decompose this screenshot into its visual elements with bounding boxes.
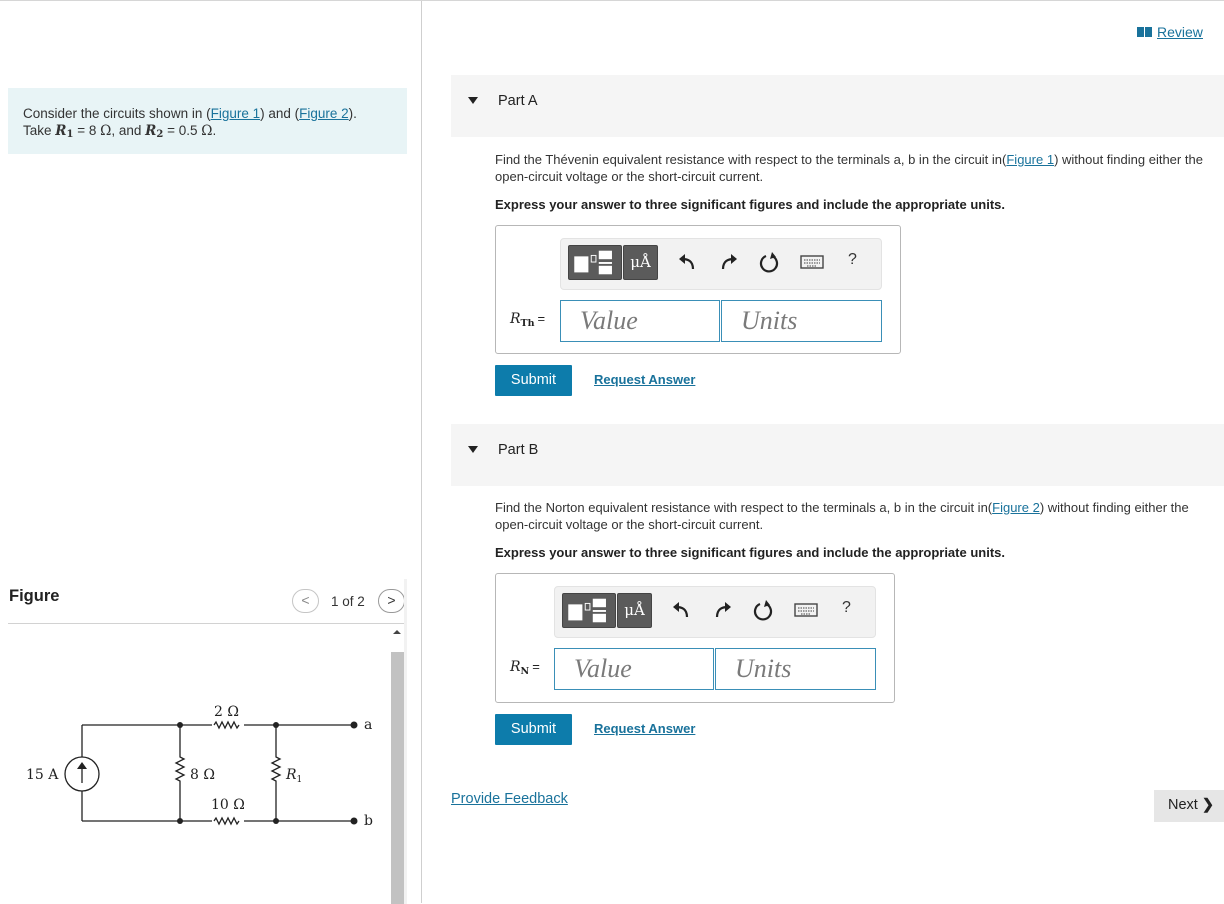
right-pane: Review Part A Find the Thévenin equivale… (422, 1, 1224, 903)
r1-symbol: R1 (55, 123, 74, 140)
figure-1-link[interactable]: Figure 1 (211, 106, 261, 121)
part-a-question: Find the Thévenin equivalent resistance … (495, 151, 1215, 185)
part-b-header[interactable]: Part B (451, 424, 1224, 486)
part-a-instruction: Express your answer to three significant… (495, 197, 1005, 212)
problem-suffix: ). (348, 106, 357, 121)
review-link[interactable]: Review (1137, 24, 1203, 40)
node (177, 818, 183, 824)
figure-scrollbar[interactable] (391, 652, 404, 904)
resistor-10-label: 10 Ω (211, 797, 245, 813)
keyboard-icon[interactable] (799, 249, 825, 275)
scroll-up-arrow-icon[interactable] (392, 627, 402, 637)
part-b-request-answer-link[interactable]: Request Answer (594, 721, 695, 736)
figure-next-button[interactable]: > (378, 589, 405, 613)
r2-symbol: R2 (145, 123, 164, 140)
ohm-symbol: Ω (201, 123, 213, 139)
question-prefix: Find the Thévenin equivalent resistance … (495, 152, 1007, 167)
figure-heading: Figure (9, 587, 60, 605)
part-a-header[interactable]: Part A (451, 75, 1224, 137)
resistor-2-label: 2 Ω (214, 704, 239, 720)
chevron-right-icon: ❯ (1201, 797, 1215, 813)
units-input-box[interactable] (721, 300, 882, 342)
part-a-figure-link[interactable]: Figure 1 (1006, 152, 1054, 167)
value-input[interactable] (561, 301, 719, 341)
resistor-r1-branch (270, 725, 282, 821)
redo-icon[interactable] (717, 249, 741, 275)
caret-down-icon (468, 446, 478, 453)
terminal-b-label: b (364, 813, 373, 829)
part-b-title: Part B (498, 442, 539, 458)
problem-statement: Consider the circuits shown in (Figure 1… (8, 88, 407, 154)
r-th-label: RTh = (510, 311, 546, 329)
keyboard-icon[interactable] (793, 597, 819, 623)
caret-down-icon (468, 97, 478, 104)
resistor-r1-label: R1 (285, 767, 302, 785)
r1-value: = 8 (73, 123, 101, 138)
problem-middle: ) and ( (260, 106, 300, 121)
undo-icon[interactable] (675, 249, 699, 275)
left-pane: Consider the circuits shown in (Figure 1… (0, 1, 421, 904)
figure-2-link[interactable]: Figure 2 (299, 106, 349, 121)
source-label: 15 A (26, 767, 59, 783)
reset-icon[interactable] (757, 249, 781, 275)
part-a-answer-box: μÅ ? RTh = (495, 225, 901, 354)
r2-value: = 0.5 (163, 123, 202, 138)
units-input[interactable] (722, 301, 881, 341)
math-toolbar: μÅ ? (560, 238, 882, 290)
terminal-b-node (350, 817, 358, 825)
help-button[interactable]: ? (848, 251, 857, 269)
math-toolbar: μÅ ? (554, 586, 876, 638)
reset-icon[interactable] (751, 597, 775, 623)
question-prefix: Find the Norton equivalent resistance wi… (495, 500, 993, 515)
part-a-request-answer-link[interactable]: Request Answer (594, 372, 695, 387)
units-input-box[interactable] (715, 648, 876, 690)
problem-line-1: Consider the circuits shown in (Figure 1… (23, 105, 407, 122)
and-text: , and (111, 123, 142, 138)
r-n-label: RN = (510, 659, 540, 677)
part-b-figure-link[interactable]: Figure 2 (992, 500, 1040, 515)
review-label: Review (1157, 24, 1203, 40)
resistor-8-label: 8 Ω (190, 767, 215, 783)
value-input-box[interactable] (554, 648, 714, 690)
part-b-instruction: Express your answer to three significant… (495, 545, 1005, 560)
book-icon (1137, 27, 1152, 37)
part-b-submit-button[interactable]: Submit (495, 714, 572, 745)
terminal-a-label: a (364, 717, 372, 733)
resistor-10-ohm (213, 816, 240, 826)
scroll-edge (404, 579, 407, 904)
figure-divider (8, 623, 404, 624)
next-button[interactable]: Next ❯ (1154, 790, 1224, 822)
help-button[interactable]: ? (842, 599, 851, 617)
units-input[interactable] (716, 649, 875, 689)
figure-counter: 1 of 2 (331, 594, 365, 609)
next-label: Next (1168, 797, 1198, 813)
figure-prev-button[interactable]: < (292, 589, 319, 613)
circuit-diagram: 15 A 2 Ω 8 Ω 10 Ω R1 a b (26, 704, 373, 829)
template-icon[interactable] (568, 245, 622, 280)
problem-prefix: Consider the circuits shown in ( (23, 106, 211, 121)
units-button[interactable]: μÅ (623, 245, 658, 280)
resistor-8-branch (174, 725, 186, 821)
node (273, 818, 279, 824)
provide-feedback-link[interactable]: Provide Feedback (451, 791, 568, 807)
value-input-box[interactable] (560, 300, 720, 342)
part-a-title: Part A (498, 93, 538, 109)
period: . (212, 123, 217, 138)
resistor-2-ohm (213, 720, 240, 730)
undo-icon[interactable] (669, 597, 693, 623)
terminal-a-node (350, 721, 358, 729)
take-text: Take (23, 123, 52, 138)
problem-line-2: Take R1 = 8 Ω, and R2 = 0.5 Ω. (23, 122, 407, 143)
part-b-question: Find the Norton equivalent resistance wi… (495, 499, 1205, 533)
template-icon[interactable] (562, 593, 616, 628)
part-b-answer-box: μÅ ? RN = (495, 573, 895, 703)
node (177, 722, 183, 728)
node (273, 722, 279, 728)
value-input[interactable] (555, 649, 713, 689)
units-button[interactable]: μÅ (617, 593, 652, 628)
redo-icon[interactable] (711, 597, 735, 623)
part-a-submit-button[interactable]: Submit (495, 365, 572, 396)
ohm-symbol: Ω (100, 123, 112, 139)
